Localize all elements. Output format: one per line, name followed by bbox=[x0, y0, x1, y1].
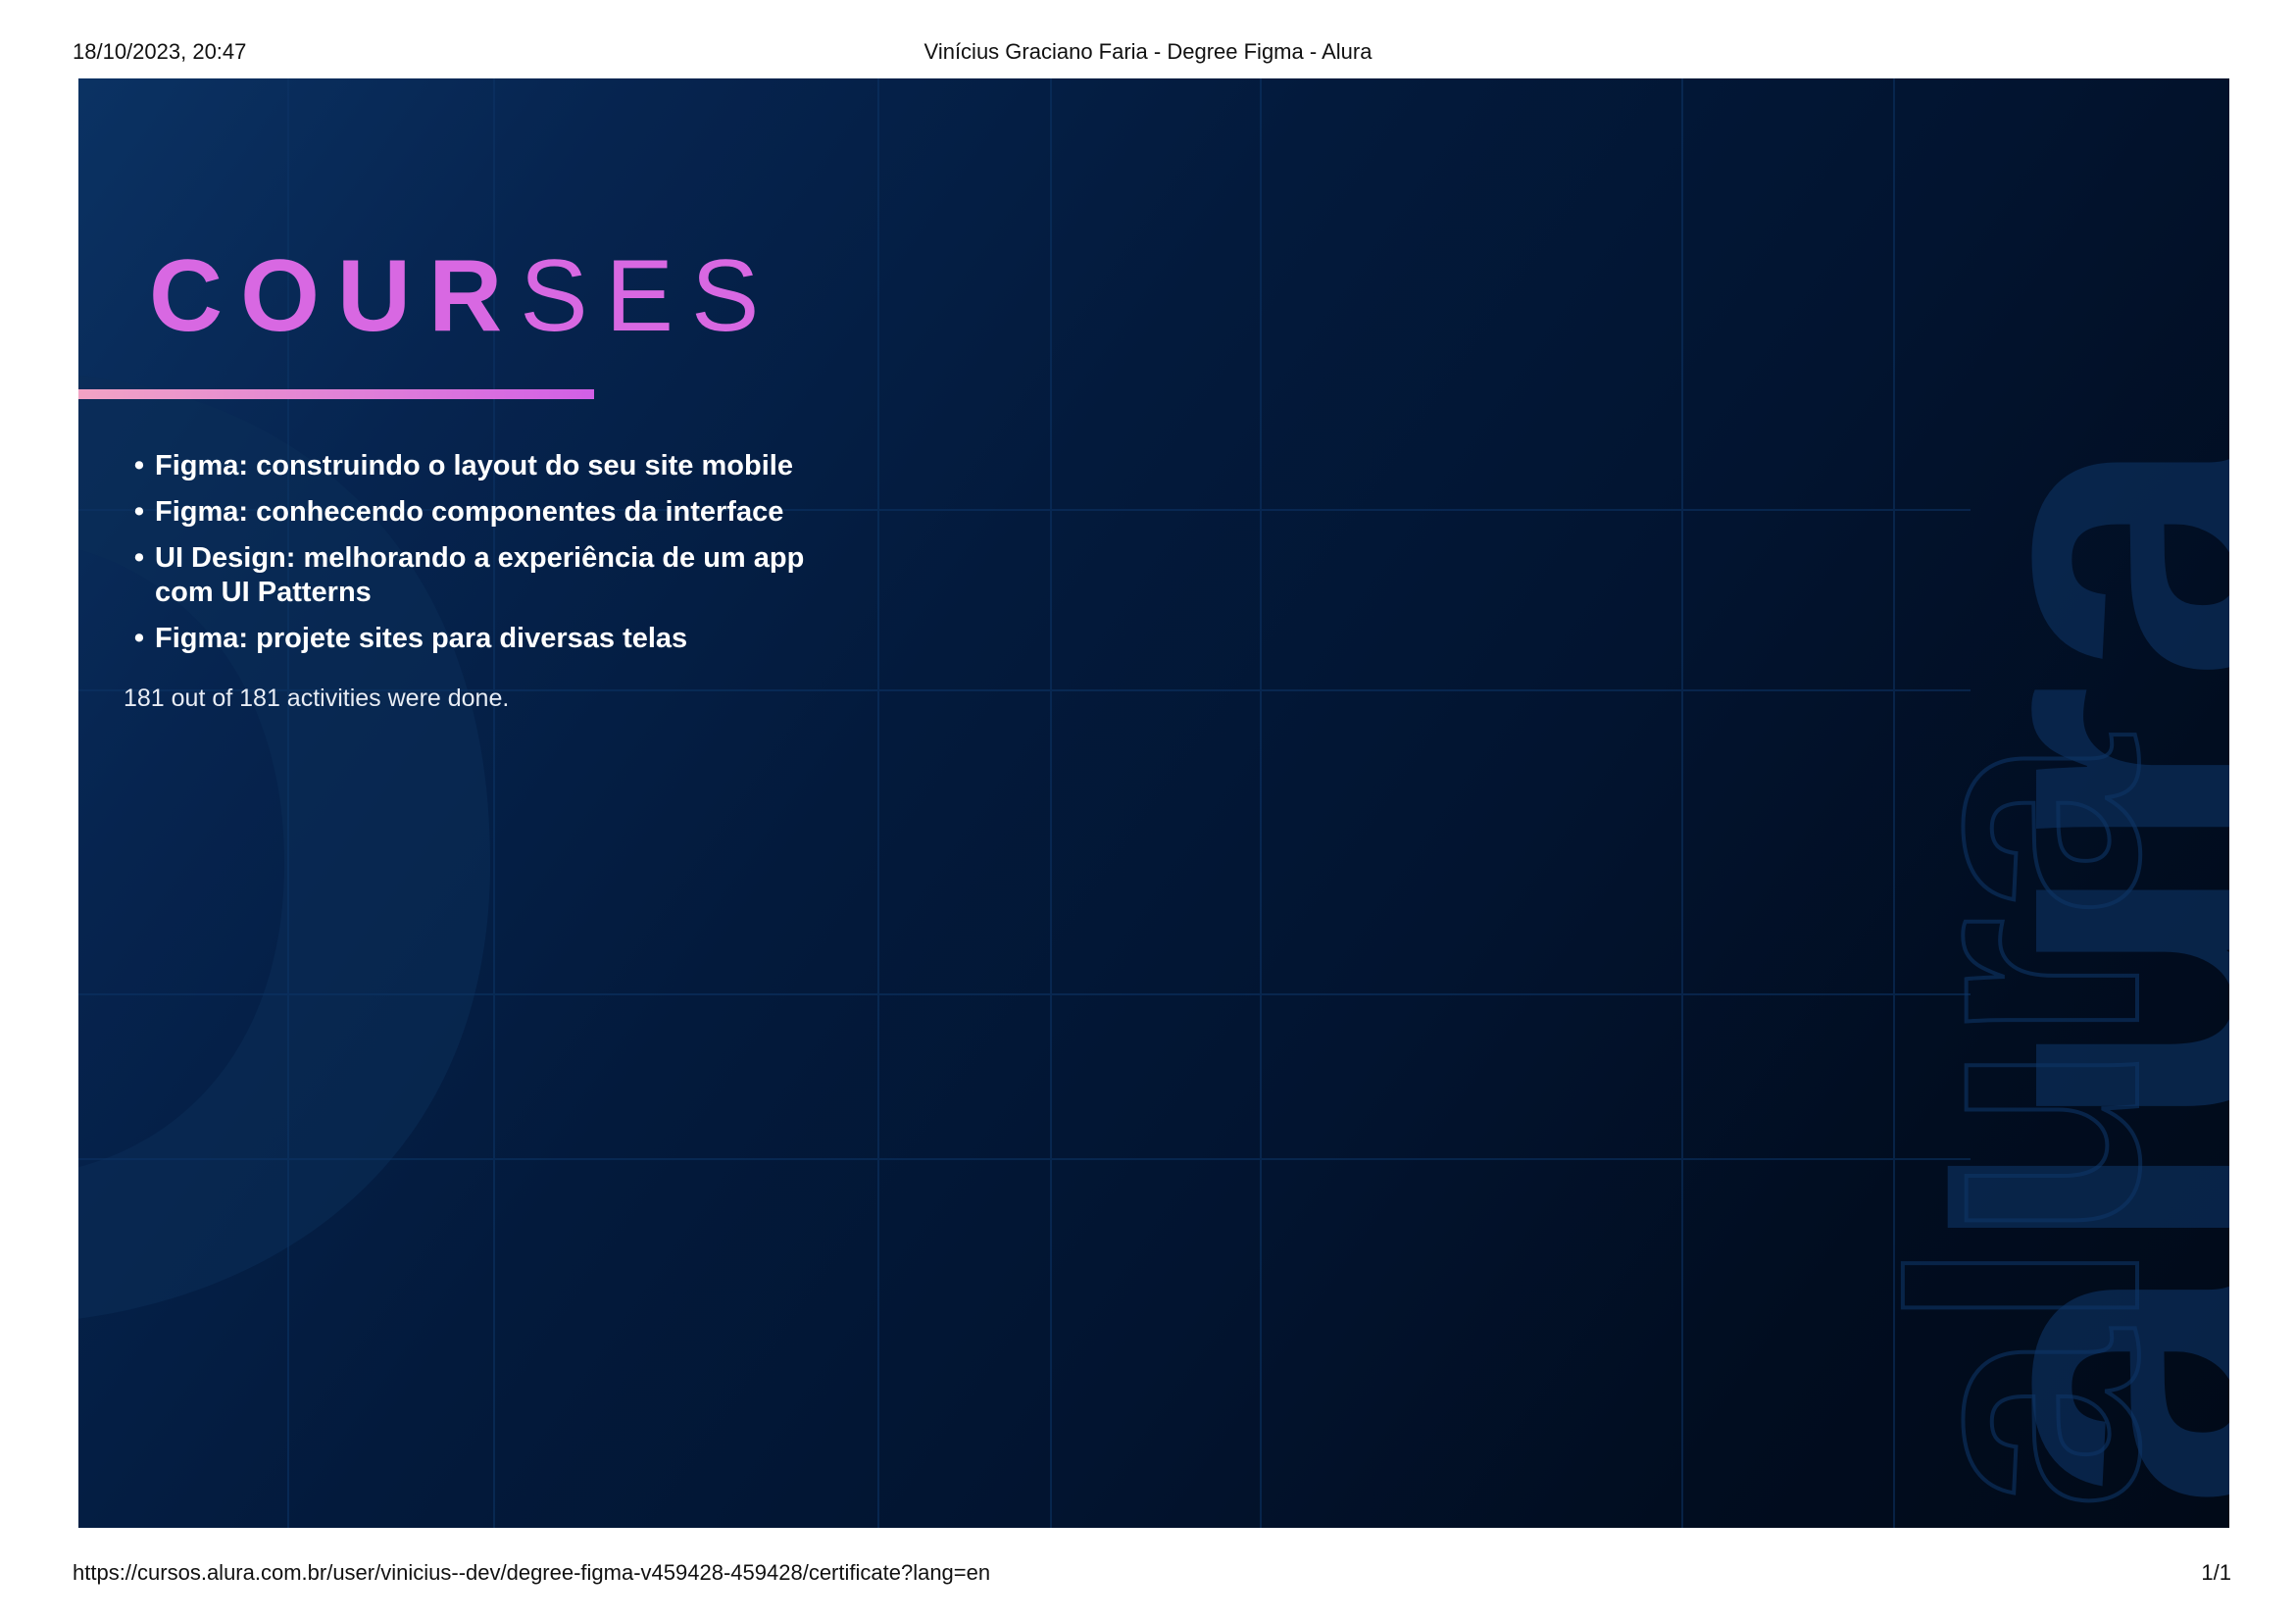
course-item-label: Figma: conhecendo componentes da interfa… bbox=[155, 496, 784, 528]
courses-heading: COURSES bbox=[149, 245, 776, 347]
print-footer: https://cursos.alura.com.br/user/viniciu… bbox=[0, 1560, 2296, 1590]
print-document-title: Vinícius Graciano Faria - Degree Figma -… bbox=[923, 39, 1373, 64]
course-item: Figma: projete sites para diversas telas bbox=[124, 622, 869, 656]
print-url[interactable]: https://cursos.alura.com.br/user/viniciu… bbox=[73, 1560, 990, 1586]
certificate-panel: alura alura COURSES Figma: construindo o… bbox=[78, 78, 2229, 1528]
heading-underline bbox=[78, 389, 594, 399]
courses-heading-light: SES bbox=[520, 239, 777, 353]
watermark-text-outline: alura bbox=[1844, 735, 2206, 1510]
courses-heading-bold: COUR bbox=[149, 239, 521, 353]
course-list: Figma: construindo o layout do seu site … bbox=[124, 449, 869, 668]
page-number: 1/1 bbox=[2201, 1560, 2231, 1585]
print-header: 18/10/2023, 20:47 Vinícius Graciano Fari… bbox=[0, 39, 2296, 69]
activities-summary: 181 out of 181 activities were done. bbox=[124, 684, 510, 712]
course-item: Figma: construindo o layout do seu site … bbox=[124, 449, 869, 483]
course-item-label: UI Design: melhorando a experiência de u… bbox=[155, 542, 805, 608]
course-item: UI Design: melhorando a experiência de u… bbox=[124, 541, 869, 610]
course-item-label: Figma: projete sites para diversas telas bbox=[155, 623, 688, 654]
course-item-label: Figma: construindo o layout do seu site … bbox=[155, 450, 793, 481]
course-item: Figma: conhecendo componentes da interfa… bbox=[124, 495, 869, 530]
alura-watermark: alura alura bbox=[1842, 430, 2229, 1512]
print-page: 18/10/2023, 20:47 Vinícius Graciano Fari… bbox=[0, 0, 2296, 1621]
